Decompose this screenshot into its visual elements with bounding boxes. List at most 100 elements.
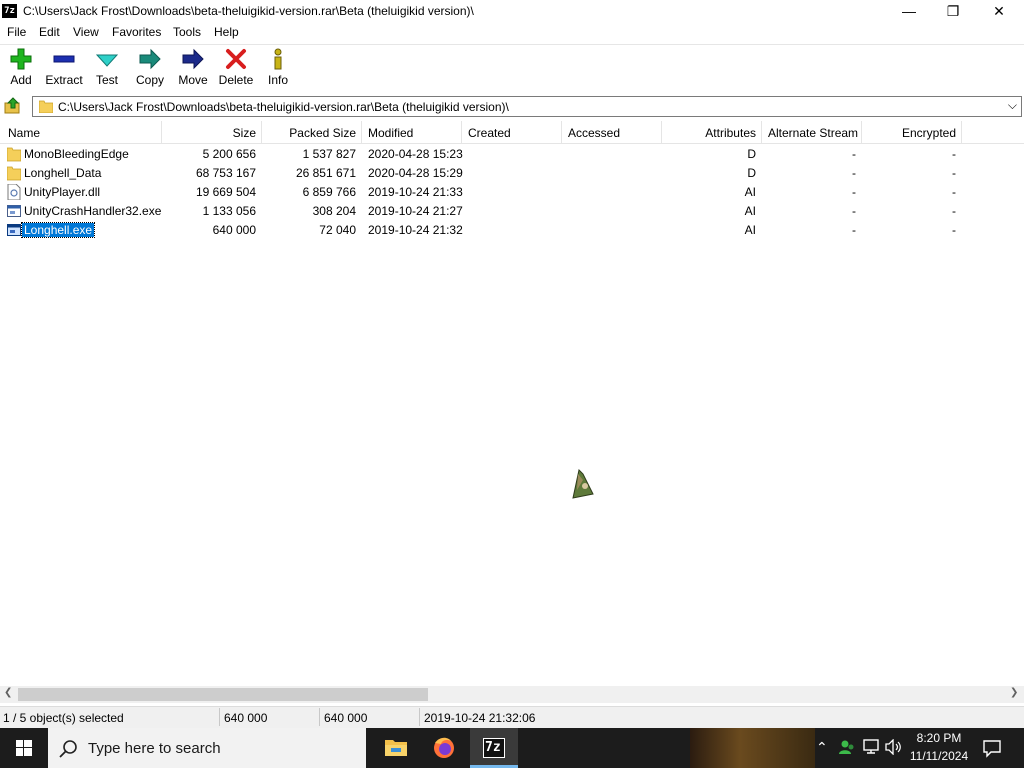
volume-icon[interactable] xyxy=(884,739,902,755)
people-icon[interactable] xyxy=(838,738,856,756)
file-alternate-stream: - xyxy=(852,185,856,199)
7zip-app-icon[interactable]: 7z xyxy=(2,4,17,18)
info-button[interactable]: Info xyxy=(260,48,296,90)
column-attributes[interactable]: Attributes xyxy=(666,126,756,140)
file-alternate-stream: - xyxy=(852,147,856,161)
file-attributes: D xyxy=(747,166,756,180)
column-divider[interactable] xyxy=(761,121,762,143)
file-name: MonoBleedingEdge xyxy=(24,147,129,161)
taskbar-firefox[interactable] xyxy=(420,728,468,768)
network-icon[interactable] xyxy=(862,739,880,755)
dll-file-icon xyxy=(7,184,21,200)
menu-file[interactable]: File xyxy=(7,25,26,39)
table-row[interactable]: MonoBleedingEdge 5 200 656 1 537 827 202… xyxy=(0,145,1024,164)
status-divider xyxy=(219,708,220,726)
column-divider[interactable] xyxy=(361,121,362,143)
scrollbar-thumb[interactable] xyxy=(18,688,428,701)
file-encrypted: - xyxy=(952,166,956,180)
menu-help[interactable]: Help xyxy=(214,25,239,39)
7zip-label: 7z xyxy=(485,740,501,755)
clock-date[interactable]: 11/11/2024 xyxy=(906,749,972,763)
menu-view[interactable]: View xyxy=(73,25,99,39)
column-divider[interactable] xyxy=(561,121,562,143)
table-row-selected[interactable]: Longhell.exe 640 000 72 040 2019-10-24 2… xyxy=(0,221,1024,240)
copy-arrow-icon xyxy=(139,48,161,70)
file-size: 640 000 xyxy=(212,223,256,237)
file-explorer-icon xyxy=(385,740,407,756)
minimize-button[interactable]: — xyxy=(886,0,932,23)
chevron-down-icon[interactable]: ⌵ xyxy=(1008,98,1017,113)
column-modified[interactable]: Modified xyxy=(368,126,413,140)
menu-edit[interactable]: Edit xyxy=(39,25,60,39)
folder-icon xyxy=(7,147,21,162)
address-bar[interactable]: C:\Users\Jack Frost\Downloads\beta-thelu… xyxy=(32,96,1022,117)
chevron-up-icon[interactable]: ⌃ xyxy=(816,739,828,756)
delete-x-icon xyxy=(226,49,246,69)
column-divider[interactable] xyxy=(861,121,862,143)
copy-label: Copy xyxy=(135,73,164,87)
file-packed-size: 6 859 766 xyxy=(302,185,356,199)
file-name: Longhell.exe xyxy=(20,222,96,238)
table-row[interactable]: UnityPlayer.dll 19 669 504 6 859 766 201… xyxy=(0,183,1024,202)
file-size: 19 669 504 xyxy=(195,185,256,199)
file-alternate-stream: - xyxy=(852,166,856,180)
window-title: C:\Users\Jack Frost\Downloads\beta-thelu… xyxy=(23,4,474,18)
move-button[interactable]: Move xyxy=(174,48,212,90)
gnome-sprite-icon xyxy=(572,468,594,499)
restore-button[interactable]: ❐ xyxy=(930,0,976,23)
clock-time[interactable]: 8:20 PM xyxy=(906,731,972,745)
column-divider[interactable] xyxy=(261,121,262,143)
start-button[interactable] xyxy=(0,728,48,768)
column-divider[interactable] xyxy=(661,121,662,143)
up-folder-icon xyxy=(4,97,20,114)
taskbar-file-explorer[interactable] xyxy=(372,728,420,768)
windows-logo-icon xyxy=(16,740,32,756)
status-modified: 2019-10-24 21:32:06 xyxy=(424,711,536,725)
scroll-right-icon[interactable]: ❯ xyxy=(1010,687,1018,698)
extract-label: Extract xyxy=(45,73,83,87)
column-alternate-stream[interactable]: Alternate Stream xyxy=(768,126,858,140)
column-size[interactable]: Size xyxy=(170,126,256,140)
file-attributes: AI xyxy=(744,223,756,237)
column-accessed[interactable]: Accessed xyxy=(568,126,620,140)
up-folder-button[interactable] xyxy=(4,97,22,115)
file-modified: 2020-04-28 15:29 xyxy=(368,166,463,180)
file-attributes: AI xyxy=(744,204,756,218)
column-divider[interactable] xyxy=(461,121,462,143)
status-packed-size: 640 000 xyxy=(324,711,368,725)
test-icon xyxy=(96,54,118,67)
test-label: Test xyxy=(95,73,118,87)
menu-tools[interactable]: Tools xyxy=(173,25,201,39)
taskbar-7zip[interactable]: 7z xyxy=(470,728,518,768)
copy-button[interactable]: Copy xyxy=(130,48,170,90)
column-packed-size[interactable]: Packed Size xyxy=(266,126,356,140)
column-name[interactable]: Name xyxy=(8,126,40,140)
menu-favorites[interactable]: Favorites xyxy=(112,25,161,39)
column-divider[interactable] xyxy=(161,121,162,143)
notification-icon[interactable] xyxy=(982,738,1002,758)
exe-file-icon xyxy=(7,224,21,236)
add-label: Add xyxy=(10,73,32,87)
file-modified: 2019-10-24 21:27 xyxy=(368,204,463,218)
close-button[interactable]: ✕ xyxy=(976,0,1022,23)
column-divider[interactable] xyxy=(961,121,962,143)
column-encrypted[interactable]: Encrypted xyxy=(866,126,956,140)
table-row[interactable]: Longhell_Data 68 753 167 26 851 671 2020… xyxy=(0,164,1024,183)
scroll-left-icon[interactable]: ❮ xyxy=(4,687,12,698)
exe-file-icon xyxy=(7,205,21,217)
delete-button[interactable]: Delete xyxy=(216,48,256,90)
extract-button[interactable]: Extract xyxy=(42,48,86,90)
file-modified: 2020-04-28 15:23 xyxy=(368,147,463,161)
file-size: 68 753 167 xyxy=(195,166,256,180)
folder-icon xyxy=(7,166,21,181)
folder-icon xyxy=(39,100,53,113)
file-encrypted: - xyxy=(952,185,956,199)
address-path: C:\Users\Jack Frost\Downloads\beta-thelu… xyxy=(58,100,509,114)
table-row[interactable]: UnityCrashHandler32.exe 1 133 056 308 20… xyxy=(0,202,1024,221)
add-button[interactable]: Add xyxy=(2,48,40,90)
file-name: UnityCrashHandler32.exe xyxy=(24,204,162,218)
test-button[interactable]: Test xyxy=(88,48,126,90)
status-divider xyxy=(419,708,420,726)
file-attributes: D xyxy=(747,147,756,161)
column-created[interactable]: Created xyxy=(468,126,511,140)
